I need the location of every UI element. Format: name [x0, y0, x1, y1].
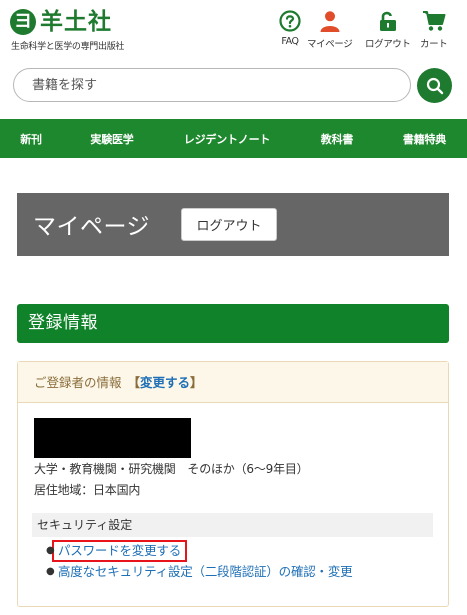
category-nav-new[interactable]: 新刊	[0, 131, 62, 147]
list-item: ● 高度なセキュリティ設定（二段階認証）の確認・変更	[46, 561, 353, 582]
bracket-open: 【	[127, 375, 141, 390]
logout-button[interactable]: ログアウト	[181, 208, 277, 241]
header-nav-label: FAQ	[281, 36, 299, 47]
search-icon	[426, 77, 443, 94]
category-nav-jikken-igaku[interactable]: 実験医学	[62, 131, 162, 147]
site-tagline: 生命科学と医学の専門出版社	[11, 42, 125, 52]
search-button[interactable]	[417, 68, 452, 103]
change-info-label: 変更する	[140, 375, 191, 390]
security-heading: セキュリティ設定	[32, 513, 433, 537]
change-password-link[interactable]: パスワードを変更する	[52, 540, 188, 562]
page-title: マイページ	[33, 214, 151, 240]
header-nav-label: マイページ	[307, 39, 353, 50]
list-item: ● パスワードを変更する	[46, 540, 352, 562]
header-nav-mypage[interactable]: マイページ	[307, 10, 353, 50]
header-nav-label: カート	[420, 39, 448, 50]
panel-header: ご登録者の情報 【変更する】	[18, 362, 448, 403]
category-nav-resident-note[interactable]: レジデントノート	[162, 131, 292, 147]
header-nav-label: ログアウト	[365, 39, 411, 50]
header-nav-cart[interactable]: カート	[420, 10, 448, 50]
question-circle-icon	[279, 10, 301, 32]
logo-mark-icon: ヨ	[10, 9, 36, 35]
bracket-close: 】	[190, 375, 203, 390]
two-factor-settings-link[interactable]: 高度なセキュリティ設定（二段階認証）の確認・変更	[58, 564, 353, 579]
bullet-icon: ●	[46, 545, 55, 556]
redacted-user-name	[34, 418, 191, 458]
category-nav: 新刊 実験医学 レジデントノート 教科書 書籍特典	[0, 119, 467, 158]
bullet-icon: ●	[46, 566, 55, 577]
user-icon	[320, 11, 340, 32]
mypage-banner: マイページ ログアウト	[17, 193, 449, 256]
change-info-link[interactable]: 【変更する】	[128, 375, 203, 390]
registration-heading: 登録情報	[17, 304, 449, 343]
logo-name: 羊土社	[40, 9, 112, 35]
security-link-list: ● パスワードを変更する ● 高度なセキュリティ設定（二段階認証）の確認・変更	[46, 540, 353, 582]
cart-icon	[422, 11, 446, 31]
site-header: ヨ 羊土社 生命科学と医学の専門出版社 FAQ マイページ ログアウト カート	[0, 0, 467, 60]
header-nav-faq[interactable]: FAQ	[279, 10, 301, 47]
site-logo[interactable]: ヨ 羊土社	[10, 9, 112, 35]
header-nav-logout[interactable]: ログアウト	[365, 10, 411, 50]
unlock-icon	[379, 11, 396, 31]
affiliation-text: 大学・教育機関・研究機関 そのほか（6〜9年目）	[34, 462, 309, 476]
region-text: 居住地域：日本国内	[34, 483, 141, 497]
search-input[interactable]	[13, 68, 411, 102]
registrant-info-panel: ご登録者の情報 【変更する】 大学・教育機関・研究機関 そのほか（6〜9年目） 居…	[17, 361, 449, 607]
category-nav-textbooks[interactable]: 教科書	[292, 131, 382, 147]
panel-title: ご登録者の情報	[34, 375, 122, 390]
category-nav-book-bonus[interactable]: 書籍特典	[382, 131, 467, 147]
